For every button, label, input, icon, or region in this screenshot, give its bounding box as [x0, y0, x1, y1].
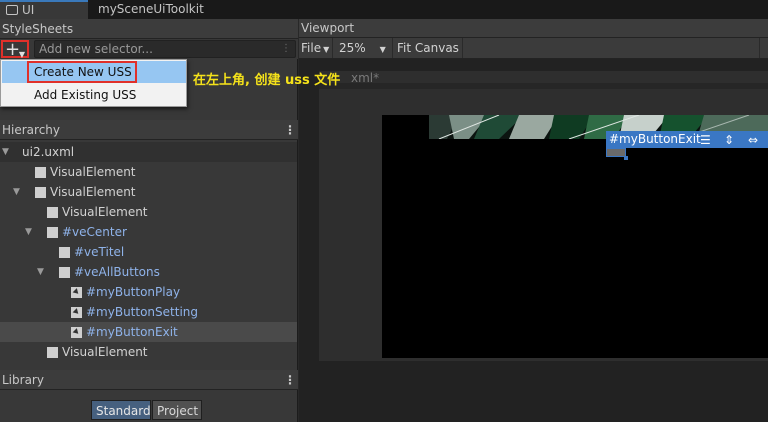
viewport-panel: Viewport File ▼ 25% ▼ Fit Canvas xml* #myB… [299, 19, 768, 422]
library-menu-icon[interactable]: ⋮ [284, 370, 296, 390]
visual-element-icon [35, 187, 46, 198]
tree-label: #veAllButtons [74, 265, 160, 279]
visual-element-icon [47, 207, 58, 218]
tab-ui-builder[interactable]: UI Builder* [0, 0, 88, 34]
stylesheets-header: StyleSheets [0, 19, 298, 39]
tree-label: #myButtonExit [86, 325, 178, 339]
expand-arrow-icon[interactable]: ▼ [13, 182, 20, 202]
library-header: Library ⋮ [0, 370, 298, 390]
tree-row[interactable]: #veTitel [0, 242, 297, 262]
expand-arrow-icon[interactable]: ▼ [25, 222, 32, 242]
canvas-header-strip [319, 83, 768, 89]
button-element-icon [71, 327, 82, 338]
tree-row[interactable]: VisualElement [0, 202, 297, 222]
hierarchy-tree: ▼ ui2.uxml VisualElement ▼ VisualElement… [0, 142, 297, 362]
tree-row-root[interactable]: ▼ ui2.uxml [0, 142, 297, 162]
tree-label: #myButtonPlay [86, 285, 181, 299]
library-title: Library [2, 373, 44, 387]
expand-arrow-icon[interactable]: ▼ [37, 262, 44, 282]
canvas-document[interactable] [382, 115, 768, 358]
selector-input[interactable]: Add new selector... ⋮ [34, 40, 296, 58]
selected-element-name: #myButtonExit [609, 132, 701, 146]
tree-row-selected[interactable]: #myButtonExit [0, 322, 297, 342]
toolbar-overflow [759, 38, 768, 58]
resize-handle[interactable] [624, 156, 628, 160]
tree-label: #veTitel [74, 245, 125, 259]
tree-label: #myButtonSetting [86, 305, 199, 319]
align-lines-icon[interactable]: ☰ [700, 132, 711, 149]
drag-grip-icon[interactable]: ⋮ [281, 41, 291, 57]
tree-row[interactable]: VisualElement [0, 342, 297, 362]
hierarchy-menu-icon[interactable]: ⋮ [284, 120, 296, 140]
tree-row[interactable]: #myButtonSetting [0, 302, 297, 322]
stylesheets-toolbar: + ▼ Add new selector... ⋮ [0, 39, 298, 59]
tree-row[interactable]: VisualElement [0, 162, 297, 182]
button-element-icon [71, 287, 82, 298]
hierarchy-header: Hierarchy ⋮ [0, 120, 298, 140]
viewport-title: Viewport [301, 21, 355, 35]
selector-placeholder: Add new selector... [39, 42, 153, 56]
tree-label: ui2.uxml [22, 145, 75, 159]
tree-label: #veCenter [62, 225, 127, 239]
viewport-header: Viewport [299, 19, 768, 38]
visual-element-icon [47, 347, 58, 358]
hierarchy-title: Hierarchy [2, 123, 61, 137]
add-stylesheet-menu: Create New USS Add Existing USS [0, 59, 187, 107]
tree-label: VisualElement [50, 165, 136, 179]
tab-standard[interactable]: Standard [91, 400, 151, 420]
stylesheets-title: StyleSheets [2, 22, 74, 36]
visual-element-icon [59, 247, 70, 258]
zoom-dropdown[interactable]: 25% ▼ [335, 38, 393, 58]
visual-element-icon [35, 167, 46, 178]
tree-row[interactable]: ▼ #veCenter [0, 222, 297, 242]
selected-element-badge[interactable]: #myButtonExit ☰ ⇕ ⇔ [606, 131, 768, 148]
tree-label: VisualElement [62, 205, 148, 219]
menu-item-create-new-uss[interactable]: Create New USS [27, 61, 137, 83]
button-element-icon [71, 307, 82, 318]
window-tab-bar: UI Builder* mySceneUiToolkit [0, 0, 768, 34]
vertical-resize-icon[interactable]: ⇕ [724, 132, 734, 149]
tutorial-annotation: 在左上角, 创建 uss 文件 [193, 73, 341, 88]
tree-row[interactable]: ▼ #veAllButtons [0, 262, 297, 282]
selected-element-outline[interactable] [606, 148, 626, 157]
expand-arrow-icon[interactable]: ▼ [2, 142, 9, 162]
tree-label: VisualElement [50, 185, 136, 199]
horizontal-resize-icon[interactable]: ⇔ [748, 132, 758, 149]
add-stylesheet-button[interactable]: + ▼ [1, 39, 29, 60]
ui-builder-icon [6, 5, 18, 15]
visual-element-icon [59, 267, 70, 278]
file-menu-label: File [301, 41, 322, 55]
visual-element-icon [47, 227, 58, 238]
fit-canvas-button[interactable]: Fit Canvas [395, 38, 463, 58]
caret-down-icon: ▼ [379, 45, 386, 54]
menu-item-add-existing-uss[interactable]: Add Existing USS [2, 84, 186, 106]
tree-row[interactable]: ▼ VisualElement [0, 182, 297, 202]
caret-down-icon: ▼ [323, 45, 330, 54]
plus-icon: + [5, 39, 21, 60]
viewport-toolbar: File ▼ 25% ▼ Fit Canvas [299, 38, 768, 59]
tree-label: VisualElement [62, 345, 148, 359]
zoom-value: 25% [339, 41, 366, 55]
tree-row[interactable]: #myButtonPlay [0, 282, 297, 302]
tab-scene-ui-toolkit[interactable]: mySceneUiToolkit [92, 0, 222, 19]
tab-project[interactable]: Project [152, 400, 202, 420]
file-menu[interactable]: File ▼ [299, 38, 333, 58]
